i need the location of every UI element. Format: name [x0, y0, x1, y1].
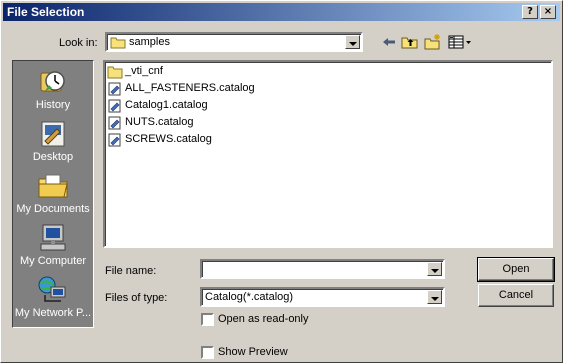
file-name-label: File name:: [105, 265, 157, 277]
file-name: ALL_FASTENERS.catalog: [125, 82, 255, 94]
catalog-file-icon: [108, 116, 121, 130]
file-type-value: Catalog(*.catalog): [205, 291, 294, 303]
catalog-file-icon: [108, 133, 121, 147]
catalog-file-icon: [108, 99, 121, 113]
catalog-file-icon: [108, 82, 121, 96]
my-network-places-icon: [38, 276, 66, 302]
view-menu-icon[interactable]: [448, 34, 474, 50]
file-name: NUTS.catalog: [125, 116, 194, 128]
file-list[interactable]: _vti_cnf ALL_FASTENERS.catalog Catalog1.…: [103, 60, 553, 248]
place-my-documents[interactable]: My Documents: [13, 169, 93, 221]
look-in-value: samples: [129, 36, 170, 48]
read-only-checkbox[interactable]: [201, 313, 214, 326]
file-name: _vti_cnf: [125, 65, 163, 77]
file-selection-dialog: File Selection ? × Look in: samples Hist…: [0, 0, 563, 363]
show-preview-checkbox[interactable]: [201, 346, 214, 359]
file-name: Catalog1.catalog: [125, 99, 208, 111]
read-only-label[interactable]: Open as read-only: [218, 313, 309, 325]
place-label-desktop: Desktop: [32, 151, 74, 163]
look-in-label: Look in:: [59, 37, 98, 49]
folder-icon: [107, 66, 123, 79]
open-button[interactable]: Open: [477, 257, 555, 282]
place-label-history: History: [35, 99, 71, 111]
back-arrow-icon[interactable]: [380, 34, 398, 50]
place-label-my-computer: My Computer: [19, 255, 87, 267]
file-type-label: Files of type:: [105, 292, 168, 304]
place-history[interactable]: History: [13, 65, 93, 117]
place-desktop[interactable]: Desktop: [13, 117, 93, 169]
look-in-dropdown-arrow[interactable]: [345, 35, 360, 49]
close-button[interactable]: ×: [540, 5, 556, 19]
folder-icon: [110, 37, 126, 49]
file-type-select[interactable]: Catalog(*.catalog): [200, 287, 445, 307]
place-my-computer[interactable]: My Computer: [13, 221, 93, 273]
file-name-dropdown-arrow[interactable]: [427, 262, 442, 276]
file-type-dropdown-arrow[interactable]: [427, 290, 442, 304]
up-folder-icon[interactable]: [401, 34, 419, 50]
help-button[interactable]: ?: [522, 5, 538, 19]
history-icon: [40, 71, 65, 92]
place-label-my-network-places: My Network P...: [14, 307, 92, 319]
window-title: File Selection: [7, 5, 85, 19]
show-preview-label[interactable]: Show Preview: [218, 346, 288, 358]
file-name-field[interactable]: [200, 259, 445, 279]
place-my-network-places[interactable]: My Network P...: [13, 273, 93, 325]
desktop-icon: [41, 121, 65, 147]
new-folder-icon[interactable]: [424, 34, 442, 50]
places-bar: History Desktop My Documents My Computer…: [12, 60, 94, 328]
file-name: SCREWS.catalog: [125, 133, 212, 145]
cancel-button[interactable]: Cancel: [478, 284, 554, 307]
look-in-combo[interactable]: samples: [105, 32, 363, 52]
my-computer-icon: [40, 224, 66, 251]
place-label-my-documents: My Documents: [16, 203, 90, 215]
title-bar[interactable]: File Selection ? ×: [3, 3, 560, 21]
my-documents-icon: [38, 174, 68, 198]
